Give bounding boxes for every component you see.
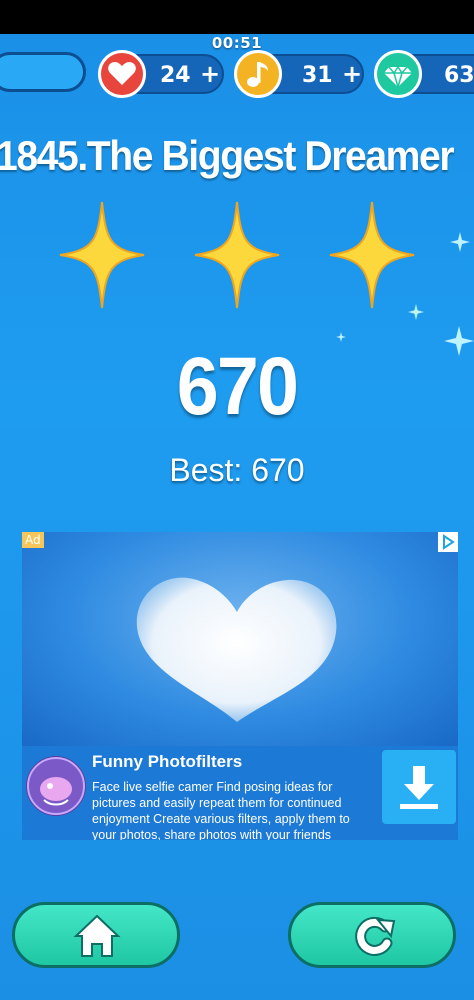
heart-icon [98,50,146,98]
sparkle-icon [450,232,470,252]
diamonds-counter[interactable]: 63 [374,50,474,98]
best-score: Best: 670 [169,452,305,488]
notes-value: 31 [302,63,333,88]
song-title: 1845.The Biggest Dreamer [0,132,455,179]
heart-cloud-image [136,577,337,722]
ad-description: Face live selfie camer Find posing ideas… [92,780,350,840]
star-icon [329,201,415,309]
lives-value: 24 [160,63,191,88]
download-button[interactable] [382,750,456,824]
replay-button[interactable] [288,902,456,968]
ad-info[interactable]: Funny Photofilters Face live selfie came… [22,746,458,840]
ad-banner[interactable]: Ad Funny Photofilters Face live selfie c… [22,532,458,840]
diamonds-value: 63 [444,63,474,88]
replay-icon [355,916,396,956]
sparkle-icon [408,304,424,320]
ad-label: Ad [22,532,44,548]
chameleon-logo [26,756,86,816]
home-button[interactable] [12,902,180,968]
score-value: 670 [176,341,299,432]
home-icon [73,914,121,957]
notes-plus[interactable]: + [342,60,362,88]
lives-counter[interactable]: 24 + [98,50,224,98]
star-icon [59,201,145,309]
download-icon [400,766,438,809]
music-note-icon [234,50,282,98]
ad-choices-icon[interactable] [438,532,458,552]
diamond-icon [374,50,422,98]
notes-counter[interactable]: 31 + [234,50,364,98]
lives-plus[interactable]: + [200,60,220,88]
ad-app-name[interactable]: Funny Photofilters [92,752,242,772]
star-icon [194,201,280,309]
ad-image[interactable] [22,532,458,746]
status-bar [0,0,474,34]
level-progress-pill [0,52,86,92]
